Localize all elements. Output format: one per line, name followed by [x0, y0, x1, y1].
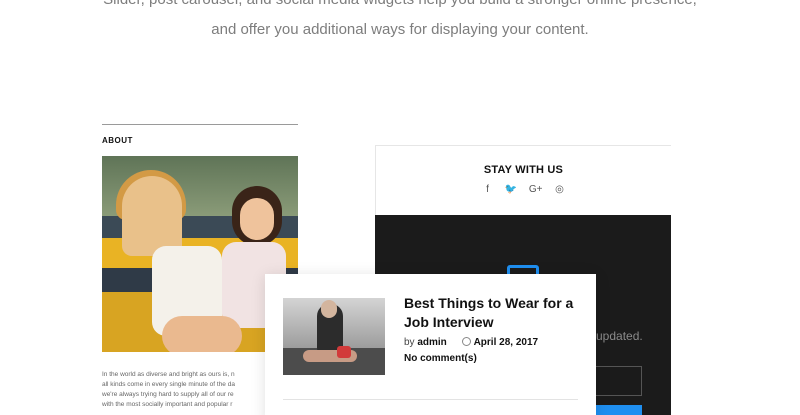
post-date: April 28, 2017 — [473, 337, 539, 348]
social-links: f 🐦 G+ ◎ — [376, 184, 671, 195]
post-card[interactable]: Best Things to Wear for a Job Interview … — [265, 274, 596, 415]
clock-icon — [461, 337, 471, 346]
subscribe-button[interactable] — [594, 405, 642, 415]
facebook-icon[interactable]: f — [482, 184, 492, 195]
card-divider — [283, 399, 578, 400]
google-plus-icon[interactable]: G+ — [529, 184, 543, 195]
post-title[interactable]: Best Things to Wear for a Job Interview — [404, 294, 584, 332]
post-meta: by admin April 28, 2017 — [404, 337, 538, 348]
about-divider — [102, 124, 298, 125]
post-thumbnail[interactable] — [283, 298, 385, 375]
instagram-icon[interactable]: ◎ — [555, 184, 565, 195]
intro-line-2: and offer you additional ways for displa… — [211, 21, 589, 38]
post-author[interactable]: admin — [417, 337, 446, 348]
post-date-wrap: April 28, 2017 — [461, 337, 539, 348]
newsletter-text: updated. — [596, 329, 643, 343]
about-text-line: with the most socially important and pop… — [102, 401, 233, 408]
by-label: by — [404, 337, 415, 348]
about-title: ABOUT — [102, 136, 133, 145]
about-text-line: In the world as diverse and bright as ou… — [102, 371, 235, 378]
email-field[interactable] — [594, 366, 642, 396]
about-text-line: we're always trying hard to supply all o… — [102, 391, 234, 398]
post-comments[interactable]: No comment(s) — [404, 353, 477, 364]
about-text-line: all kinds come in every single minute of… — [102, 381, 235, 388]
about-text: In the world as diverse and bright as ou… — [102, 370, 267, 410]
twitter-icon[interactable]: 🐦 — [504, 184, 516, 195]
stay-with-us-title: STAY WITH US — [483, 164, 564, 176]
intro-line-1: Slider, post carousel, and social media … — [0, 0, 800, 14]
